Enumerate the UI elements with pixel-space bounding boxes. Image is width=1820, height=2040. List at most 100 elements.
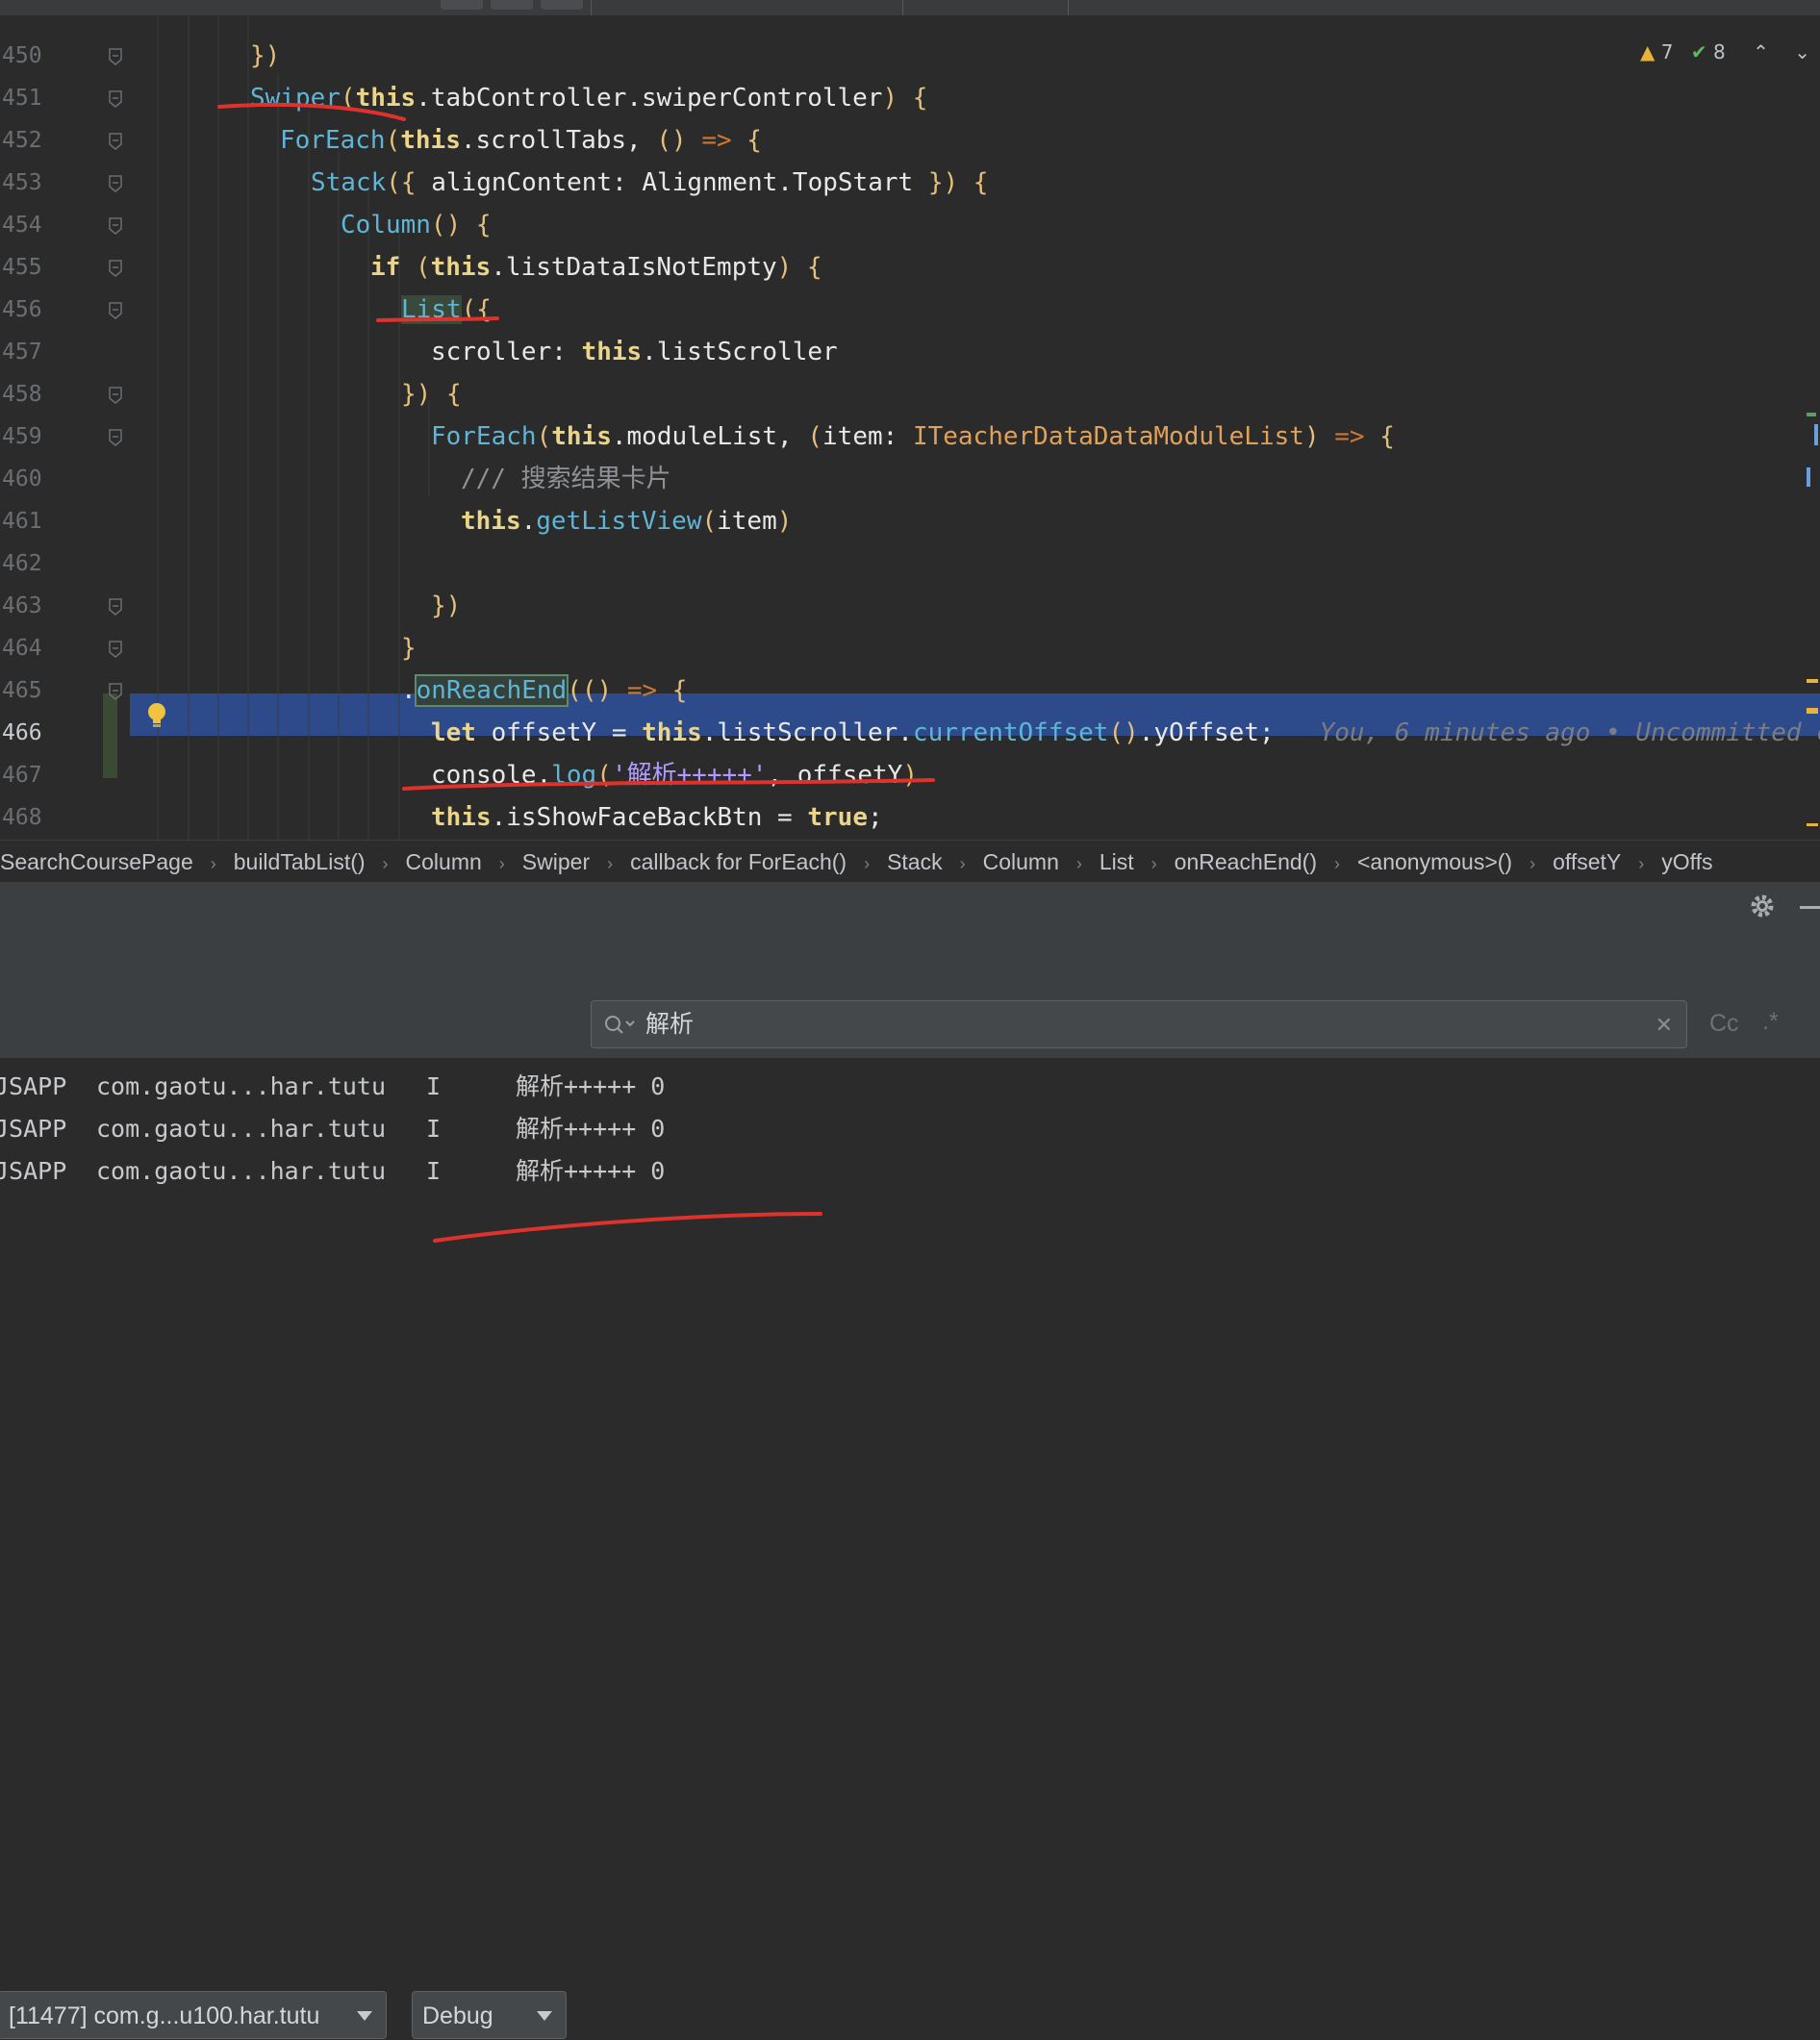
line-number[interactable]: 466 (2, 712, 60, 754)
toolbar-tab[interactable] (491, 0, 533, 10)
code-line[interactable]: 457 scroller: this.listScroller (0, 331, 1820, 373)
breadcrumb-item[interactable]: offsetY (1553, 841, 1621, 883)
code-editor[interactable]: 450}) 451 Swiper(this.tabController.swiper… (0, 15, 1820, 840)
line-number[interactable]: 467 (2, 754, 60, 796)
code-token: => (626, 676, 658, 705)
code-token: ) (882, 84, 898, 113)
lightbulb-icon[interactable] (144, 700, 169, 731)
code-line[interactable]: 466 let offsetY = this.listScroller.curre… (0, 712, 1820, 754)
logcat-output[interactable]: JSAPP com.gaotu...har.tutu I 解析+++++ 0 JSAPP… (0, 1058, 1820, 1373)
code-line[interactable]: 459 ForEach(this.moduleList, (item: ITeac… (0, 416, 1820, 458)
line-number[interactable]: 458 (2, 373, 60, 416)
breadcrumb-item[interactable]: buildTabList() (234, 841, 366, 883)
log-msg: 解析+++++ 0 (516, 1157, 666, 1185)
code-token: this (431, 803, 492, 832)
code-text: scroller: this.listScroller (431, 331, 838, 373)
code-text: /// 搜索结果卡片 (461, 458, 671, 500)
code-token: .isShowFaceBackBtn = (491, 803, 808, 832)
regex-toggle[interactable]: .* (1762, 1008, 1779, 1036)
chevron-right-icon: › (1333, 854, 1340, 873)
code-line[interactable]: 453 Stack({ alignContent: Alignment.TopSt… (0, 162, 1820, 204)
code-token: ) (776, 507, 793, 536)
breadcrumb-item[interactable]: Column (983, 841, 1059, 883)
toolbar-tab[interactable] (441, 0, 483, 10)
breadcrumb-item[interactable]: callback for ForEach() (630, 841, 847, 883)
code-token: ({ (386, 168, 417, 197)
line-number[interactable]: 450 (2, 35, 60, 77)
code-token: ( (807, 422, 823, 451)
line-number[interactable]: 465 (2, 669, 60, 712)
inspection-widget[interactable]: ▲ 7 ✔ 8 ⌃ ⌄ (1640, 40, 1810, 79)
process-dropdown[interactable]: [11477] com.g...u100.har.tutu (0, 1991, 387, 2039)
code-line[interactable]: 460 /// 搜索结果卡片 (0, 458, 1820, 500)
match-case-toggle[interactable]: Cc (1709, 1010, 1739, 1038)
breadcrumb-item[interactable]: Column (406, 841, 482, 883)
line-number[interactable]: 468 (2, 796, 60, 839)
toolbar-divider (591, 0, 592, 15)
line-number[interactable]: 461 (2, 500, 60, 542)
code-line[interactable]: 452 ForEach(this.scrollTabs, () => { (0, 119, 1820, 162)
line-number[interactable]: 463 (2, 585, 60, 627)
chevron-right-icon: › (1075, 854, 1082, 873)
breadcrumb-item[interactable]: yOffs (1661, 841, 1712, 883)
line-number[interactable]: 464 (2, 627, 60, 669)
code-token: this (400, 126, 461, 155)
code-line[interactable]: 456 List({ (0, 289, 1820, 331)
line-number[interactable]: 453 (2, 162, 60, 204)
code-line[interactable]: 464} (0, 627, 1820, 669)
chevron-right-icon: › (210, 854, 216, 873)
breadcrumb-item[interactable]: <anonymous>() (1357, 841, 1512, 883)
code-line[interactable]: 461 this.getListView(item) (0, 500, 1820, 542)
code-token: { (475, 211, 492, 239)
line-number[interactable]: 462 (2, 542, 60, 585)
code-token: .scrollTabs, (460, 126, 657, 155)
code-line[interactable]: 450}) (0, 35, 1820, 77)
line-number[interactable]: 457 (2, 331, 60, 373)
log-level-dropdown[interactable]: Debug (412, 1991, 567, 2039)
log-lvl: I (426, 1157, 442, 1185)
code-token: }) (250, 41, 281, 70)
line-number[interactable]: 451 (2, 77, 60, 119)
code-token: .yOffset; (1138, 718, 1275, 747)
code-line[interactable]: 454 Column() { (0, 204, 1820, 246)
code-line[interactable]: 467 console.log('解析+++++', offsetY) (0, 754, 1820, 796)
line-number[interactable]: 452 (2, 119, 60, 162)
clear-icon[interactable]: ✕ (1656, 1013, 1673, 1038)
toolbar-tab[interactable] (541, 0, 583, 10)
code-token: { (973, 168, 989, 197)
breadcrumb-item[interactable]: List (1100, 841, 1134, 883)
breadcrumb-item[interactable]: onReachEnd() (1175, 841, 1317, 883)
line-number[interactable]: 455 (2, 246, 60, 289)
log-level-label: Debug (422, 2002, 493, 2029)
line-number[interactable]: 456 (2, 289, 60, 331)
code-token: Swiper (250, 84, 341, 113)
breadcrumb-item[interactable]: SearchCoursePage (0, 841, 193, 883)
line-number[interactable]: 460 (2, 458, 60, 500)
editor-scroll-markers[interactable] (1801, 15, 1820, 840)
code-token: this (581, 338, 643, 366)
line-number[interactable]: 459 (2, 416, 60, 458)
code-line[interactable]: 465 .onReachEnd(() => { (0, 669, 1820, 712)
code-token: .tabController.swiperController (416, 84, 883, 113)
gear-icon[interactable] (1749, 893, 1776, 919)
code-line[interactable]: 458}) { (0, 373, 1820, 416)
chevron-up-icon[interactable]: ⌃ (1753, 40, 1769, 63)
chevron-right-icon: › (382, 854, 389, 873)
logcat-search-input[interactable]: 解析 ✕ (591, 1000, 1687, 1048)
line-number[interactable]: 454 (2, 204, 60, 246)
breadcrumb-item[interactable]: Swiper (522, 841, 590, 883)
code-line[interactable]: 468 this.isShowFaceBackBtn = true; (0, 796, 1820, 839)
code-token: . (401, 676, 417, 705)
minimize-icon[interactable] (1800, 906, 1820, 909)
code-line[interactable]: 462 (0, 542, 1820, 585)
code-token: /// 搜索结果卡片 (461, 465, 671, 493)
code-line[interactable]: 451 Swiper(this.tabController.swiperContr… (0, 77, 1820, 119)
breadcrumb-item[interactable]: Stack (887, 841, 943, 883)
code-line[interactable]: 455 if (this.listDataIsNotEmpty) { (0, 246, 1820, 289)
code-line[interactable]: 463}) (0, 585, 1820, 627)
logcat-toolbar-band (0, 934, 1820, 991)
code-token: Column (341, 211, 431, 239)
code-token: let (431, 718, 476, 747)
